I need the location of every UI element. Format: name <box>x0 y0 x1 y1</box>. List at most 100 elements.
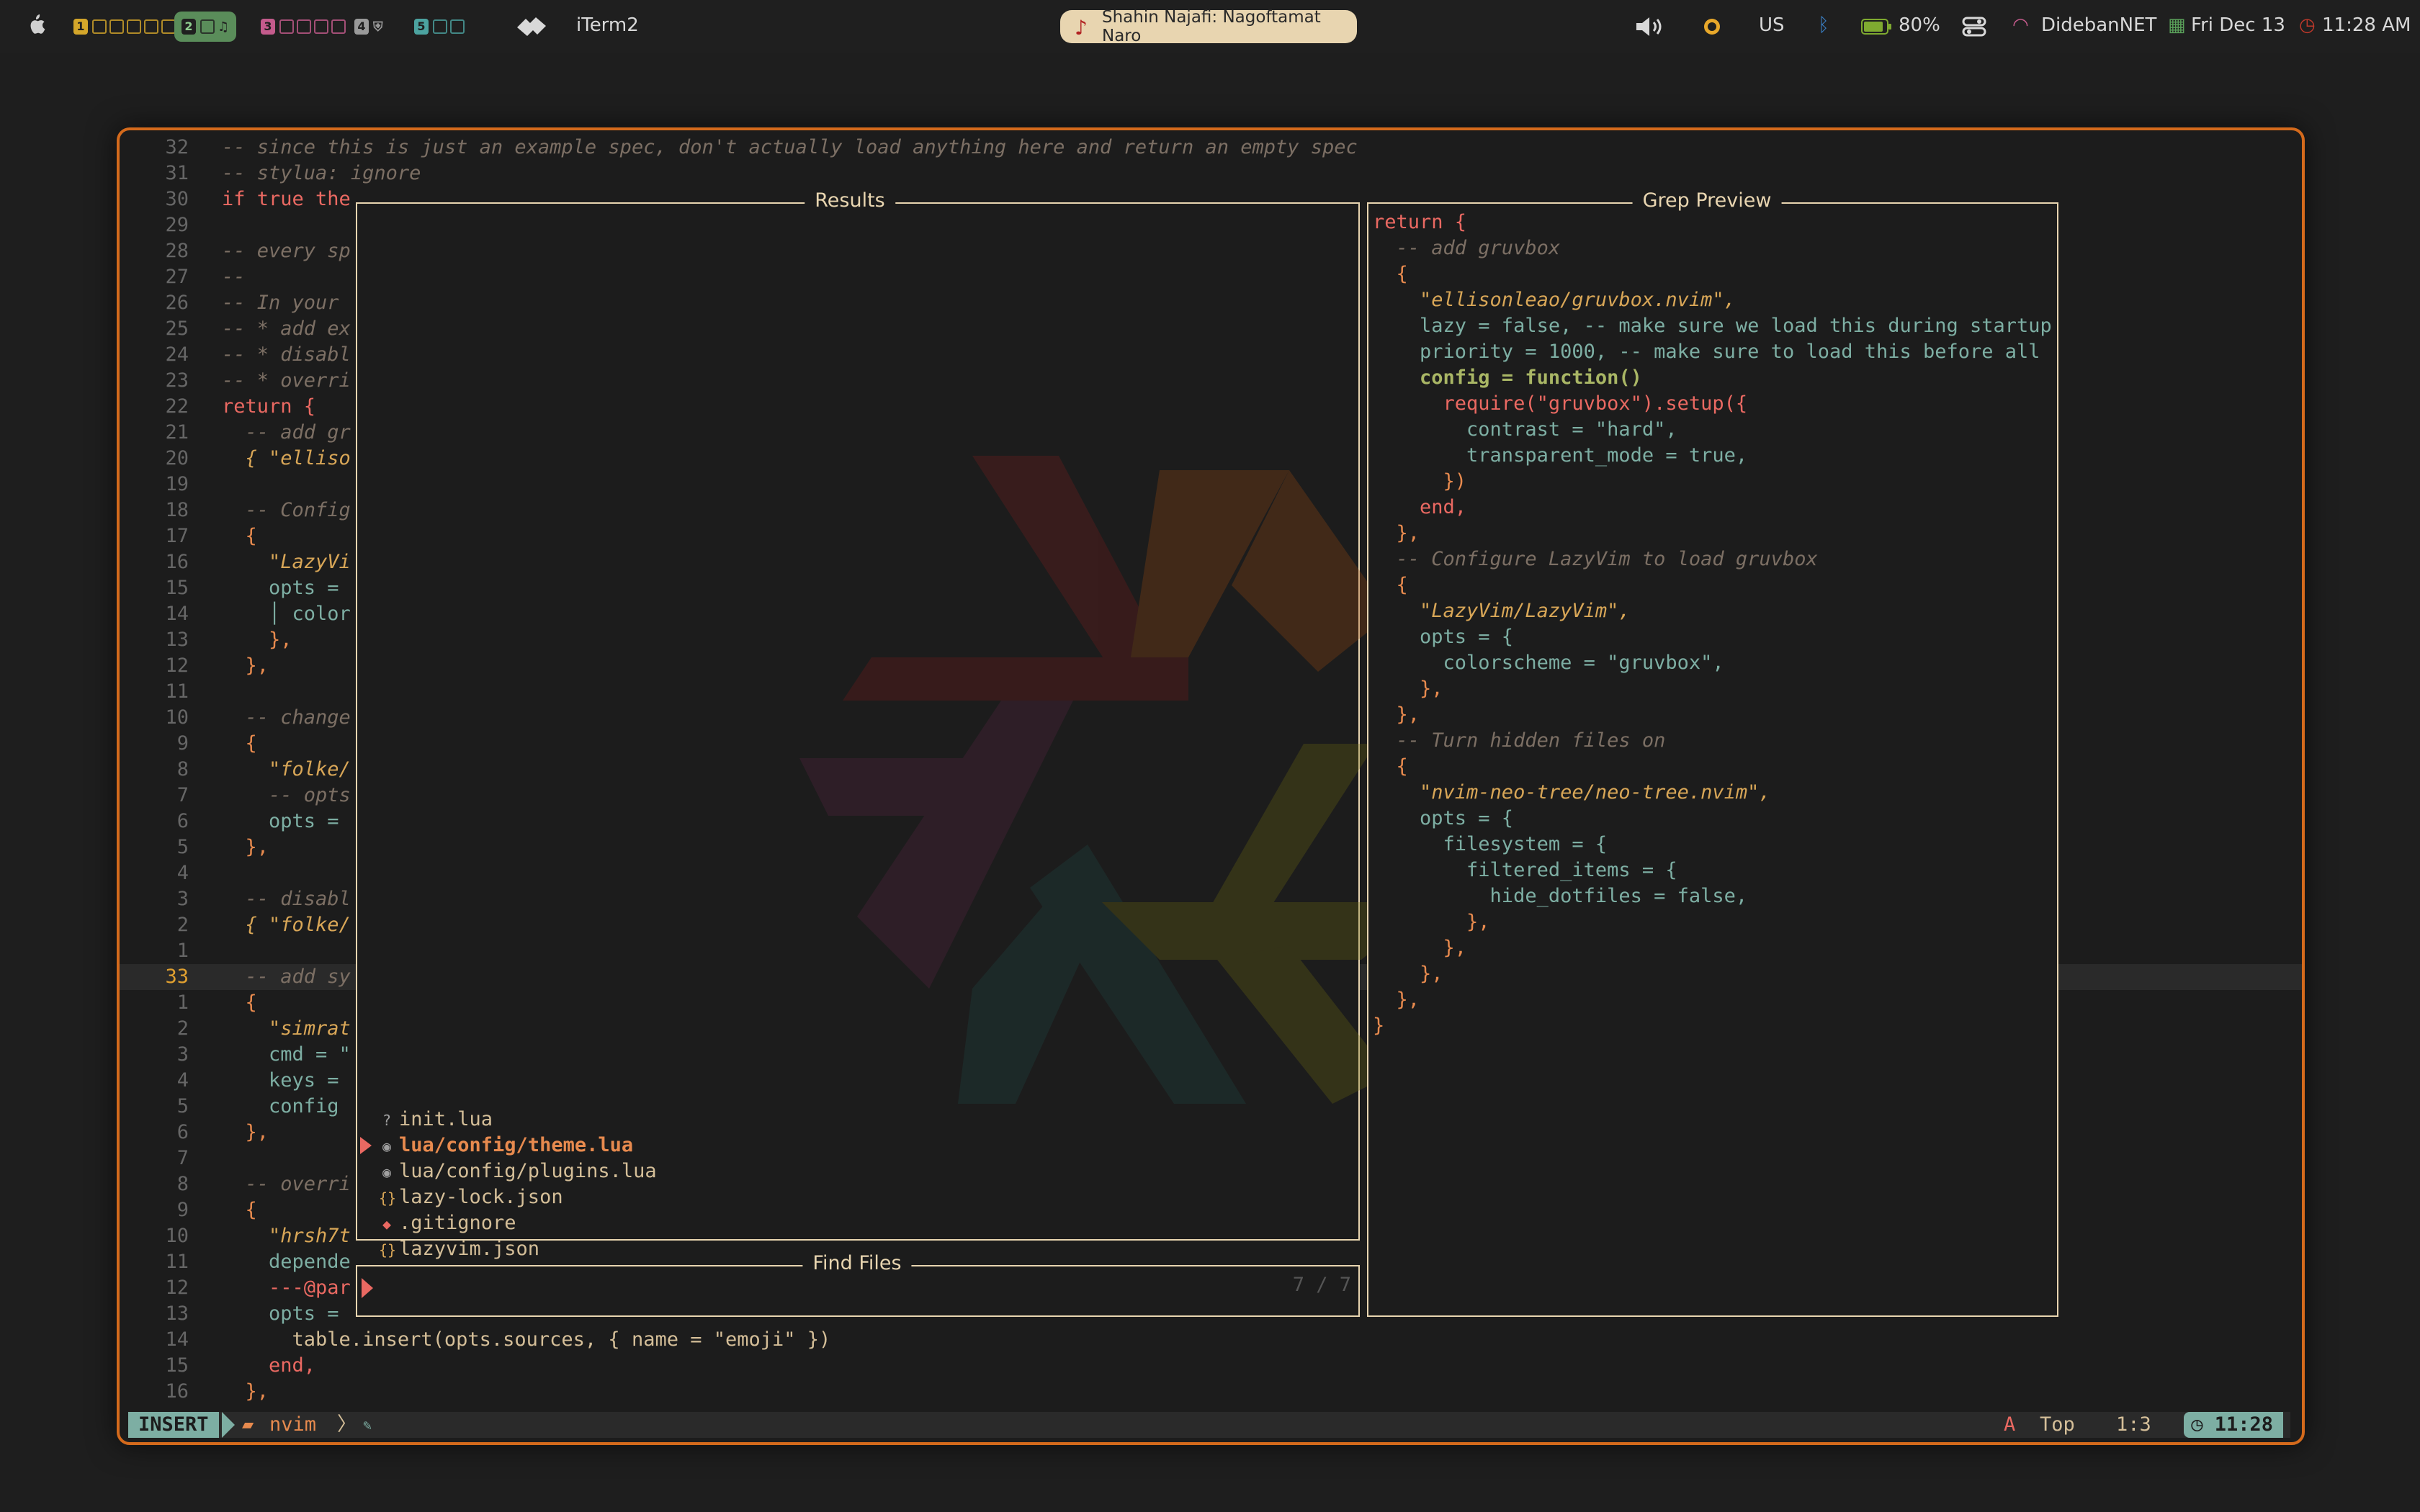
wifi-icon[interactable]: ◠ <box>2012 14 2029 36</box>
line-text: { <box>222 991 257 1014</box>
line-text: -- <box>222 266 246 288</box>
scroll-position: Top <box>2040 1413 2075 1436</box>
editor-line[interactable]: 31 -- stylua: ignore <box>120 161 2302 186</box>
find-files-panel[interactable]: Find Files 7 / 7 <box>356 1252 1360 1317</box>
results-panel[interactable]: Results ? init.lua ◉ lua/config/theme.lua ◉ l… <box>356 189 1433 1286</box>
workspace-number: 2 <box>182 19 196 35</box>
brightness-icon[interactable] <box>1701 16 1723 37</box>
line-text: "LazyVi <box>222 551 351 573</box>
line-text: config <box>222 1095 339 1117</box>
grep-preview-panel[interactable]: Grep Preview return { -- add gruvbox { "… <box>1367 189 2058 1317</box>
line-number: 31 <box>165 162 189 184</box>
line-number: 4 <box>176 862 189 884</box>
preview-line: }, <box>1373 911 1490 933</box>
cursor-position: 1:3 <box>2116 1413 2151 1436</box>
result-item[interactable]: ◉ lua/config/theme.lua <box>360 1133 634 1158</box>
workspace-2[interactable]: 2 ♫ <box>174 12 237 42</box>
app-logo-icon[interactable] <box>516 16 547 37</box>
result-item[interactable]: ◆ .gitignore <box>379 1210 516 1236</box>
line-text: "hrsh7t <box>222 1225 351 1247</box>
results-title: Results <box>805 189 895 212</box>
line-text: opts = <box>222 1302 339 1325</box>
music-note-icon: ♪ <box>1075 16 1088 40</box>
active-app-name[interactable]: iTerm2 <box>576 14 639 36</box>
line-number: 10 <box>165 1225 189 1247</box>
line-number: 5 <box>176 836 189 858</box>
preview-line: }, <box>1373 937 1467 959</box>
line-text: "folke/ <box>222 758 351 780</box>
line-text: ---@par <box>222 1277 351 1299</box>
preview-line: }, <box>1373 678 1443 700</box>
preview-line: filtered_items = { <box>1373 859 1677 881</box>
control-center-icon[interactable] <box>1962 16 1986 37</box>
line-text: -- * add ex <box>222 318 351 340</box>
preview-line: opts = { <box>1373 807 1514 829</box>
window-icon <box>92 19 107 34</box>
editor-line[interactable]: 32 -- since this is just an example spec,… <box>120 135 2302 161</box>
line-number: 10 <box>165 706 189 729</box>
preview-line: transparent_mode = true, <box>1373 444 1748 467</box>
workspace-4[interactable]: 4 ⛨ <box>347 12 390 42</box>
line-number: 19 <box>165 473 189 495</box>
line-text: -- opts <box>222 784 351 806</box>
window-icon <box>450 19 465 34</box>
battery-icon[interactable] <box>1861 19 1893 35</box>
workspace-1[interactable]: 1 <box>66 12 186 42</box>
editor-line[interactable]: 16 }, <box>120 1379 2302 1405</box>
result-item[interactable]: {} lazyvim.json <box>379 1236 539 1262</box>
bluetooth-icon[interactable]: ᛒ <box>1818 14 1829 36</box>
line-text: }, <box>222 1380 269 1403</box>
clock-icon[interactable]: ◷ <box>2299 14 2316 36</box>
line-number: 15 <box>165 577 189 599</box>
editor-line[interactable]: 15 end, <box>120 1353 2302 1379</box>
line-number: 2 <box>176 914 189 936</box>
wifi-network-name[interactable]: DidebanNET <box>2041 14 2156 36</box>
apple-logo-icon[interactable] <box>26 13 46 36</box>
line-text: { <box>222 1199 257 1221</box>
time-text[interactable]: 11:28 AM <box>2322 14 2411 36</box>
date-text[interactable]: Fri Dec 13 <box>2191 14 2285 36</box>
result-item[interactable]: {} lazy-lock.json <box>379 1184 563 1210</box>
line-number: 22 <box>165 395 189 418</box>
line-text: │ color <box>222 603 351 625</box>
preview-line: }) <box>1373 470 1467 492</box>
line-number: 18 <box>165 499 189 521</box>
window-icon <box>297 19 311 34</box>
result-filename: .gitignore <box>399 1212 516 1234</box>
branch-name: nvim <box>269 1413 317 1436</box>
workspace-5[interactable]: 5 <box>407 12 475 42</box>
line-text: -- Config <box>222 499 351 521</box>
result-item[interactable]: ? init.lua <box>379 1107 493 1133</box>
line-number: 32 <box>165 136 189 158</box>
workspace-3[interactable]: 3 <box>254 12 356 42</box>
preview-line: require("gruvbox").setup({ <box>1373 392 1748 415</box>
line-text: "simrat <box>222 1017 351 1040</box>
preview-line: -- Turn hidden files on <box>1373 729 1666 752</box>
preview-line: filesystem = { <box>1373 833 1608 855</box>
line-number: 9 <box>176 1199 189 1221</box>
result-filename: lua/config/theme.lua <box>399 1134 634 1156</box>
line-number: 16 <box>165 1380 189 1403</box>
editor-line[interactable]: 14 table.insert(opts.sources, { name = "… <box>120 1327 2302 1353</box>
line-text: table.insert(opts.sources, { name = "emo… <box>222 1328 831 1351</box>
preview-line: { <box>1373 263 1408 285</box>
result-item[interactable]: ◉ lua/config/plugins.lua <box>379 1158 657 1184</box>
file-type-icon: ◉ <box>382 1164 392 1181</box>
preview-line: { <box>1373 755 1408 778</box>
line-number: 16 <box>165 551 189 573</box>
line-text: -- since this is just an example spec, d… <box>222 136 1358 158</box>
volume-icon[interactable] <box>1634 16 1667 37</box>
calendar-icon[interactable]: ▦ <box>2168 14 2186 36</box>
keyboard-layout[interactable]: US <box>1759 14 1785 36</box>
match-count: 7 / 7 <box>1292 1274 1351 1296</box>
prompt-chevron-icon <box>362 1278 373 1298</box>
clock-icon: ◷ <box>2191 1413 2215 1436</box>
line-text: { "folke/ <box>222 914 351 936</box>
now-playing-widget[interactable]: ♪ Shahin Najafi: Nagoftamat Naro <box>1060 8 1357 45</box>
terminal-window[interactable]: 32 -- since this is just an example spec,… <box>117 127 2305 1445</box>
workspace-number: 5 <box>414 19 429 35</box>
preview-line: }, <box>1373 703 1420 726</box>
window-icon <box>279 19 294 34</box>
music-note-icon: ♫ <box>218 19 230 35</box>
line-number: 9 <box>176 732 189 755</box>
